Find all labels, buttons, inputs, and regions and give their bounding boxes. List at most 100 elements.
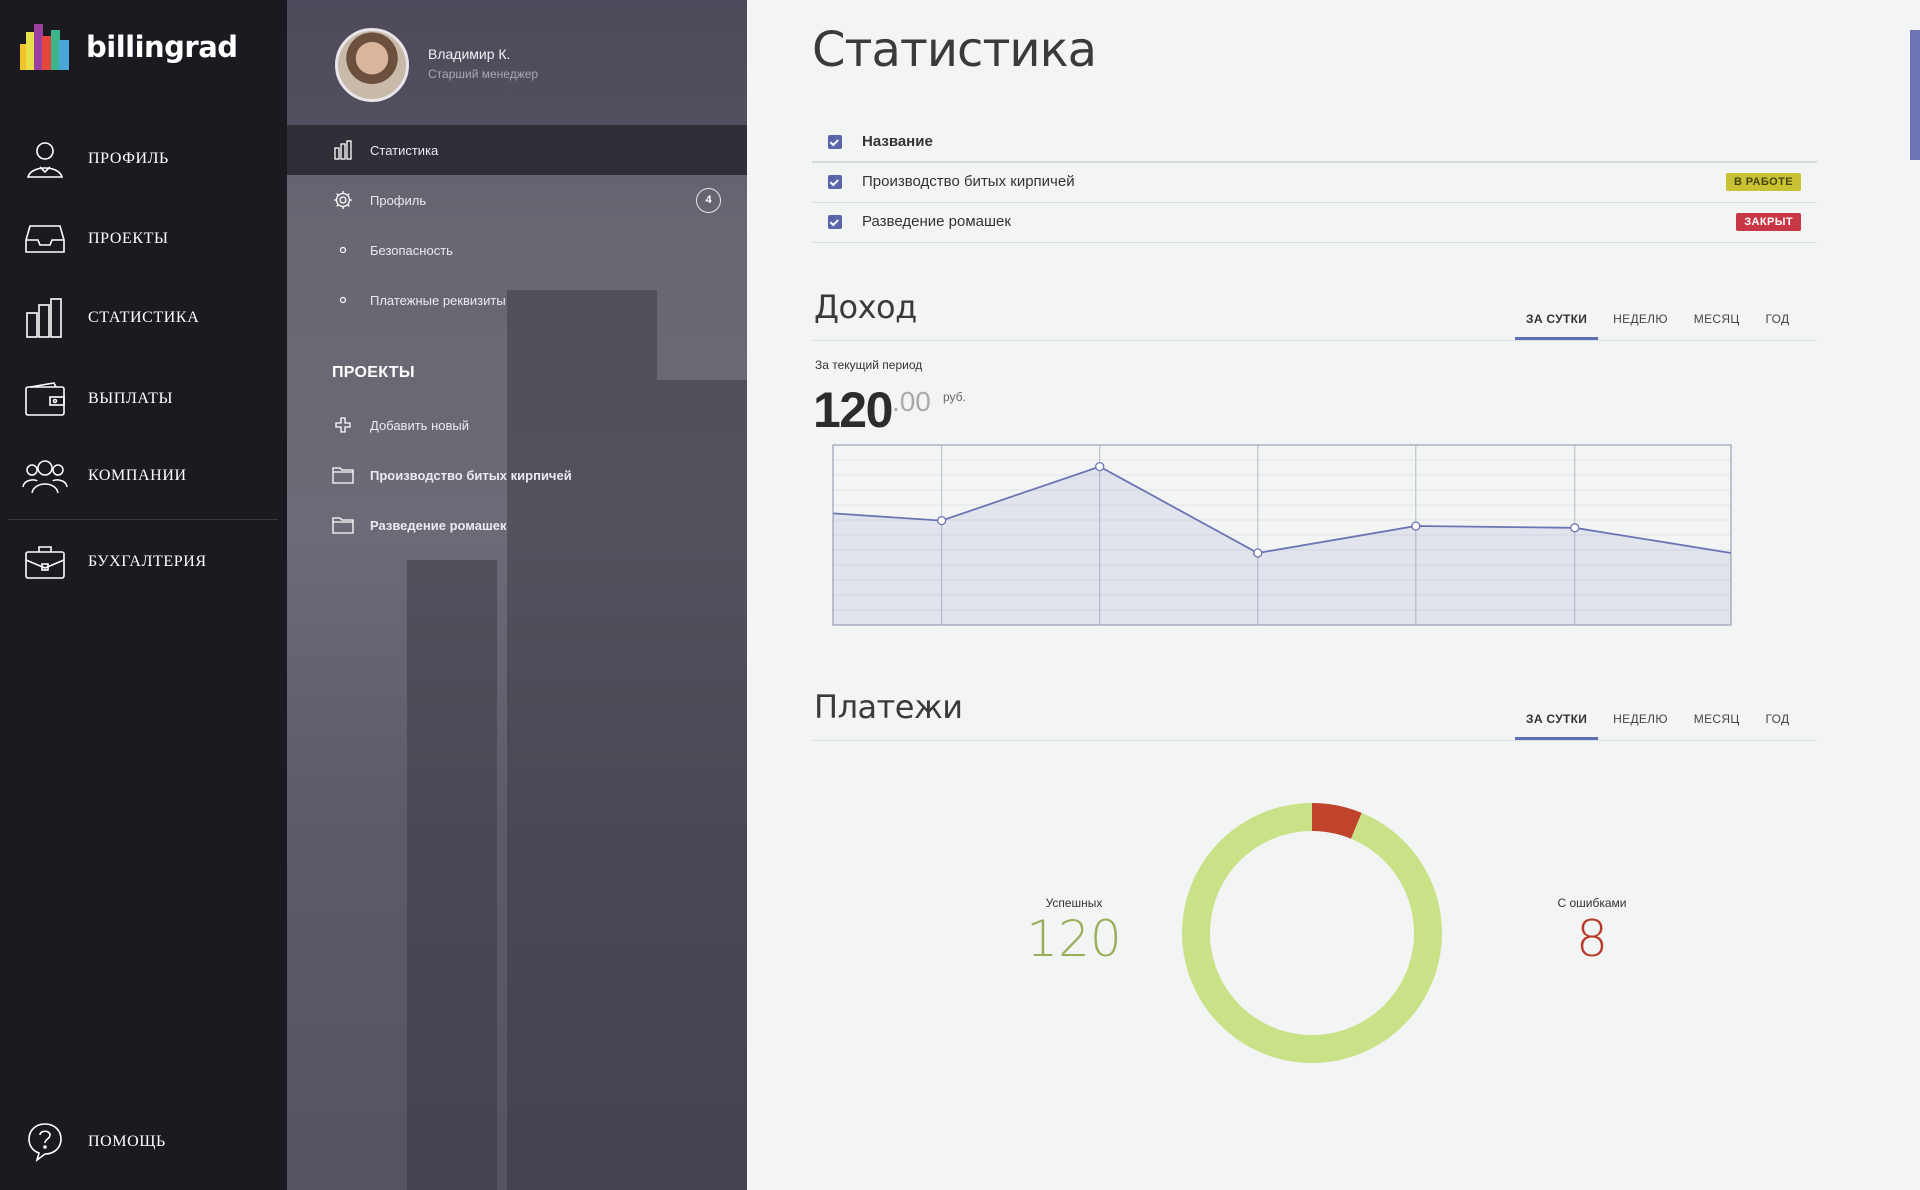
folder-icon: [332, 514, 354, 536]
table-cell: Производство битых кирпичей В РАБОТЕ: [812, 162, 1817, 203]
page-title: Статистика: [812, 22, 1097, 78]
gear-icon: [332, 189, 354, 211]
notification-badge: 4: [696, 187, 721, 213]
period-label: За текущий период: [815, 358, 923, 372]
briefcase-icon: [22, 539, 68, 585]
subnav-label: Безопасность: [370, 242, 453, 258]
donut-slice-success: [1182, 803, 1442, 1063]
tab-year[interactable]: ГОД: [1755, 700, 1801, 740]
income-value-dec: .00: [891, 386, 931, 417]
subnav-label: Профиль: [370, 192, 427, 208]
table-header-cell: Название: [812, 122, 1817, 163]
subnav-label: Разведение ромашек: [370, 517, 507, 533]
folder-icon: [332, 464, 354, 486]
help-icon: [22, 1119, 68, 1165]
data-point: [1570, 523, 1580, 533]
nav-item-projects[interactable]: ПРОЕКТЫ: [0, 209, 287, 269]
section-divider: [812, 740, 1817, 741]
main-nav: billingrad ПРОФИЛЬ ПРОЕКТЫ СТАТИСТИКА ВЫ…: [0, 0, 287, 1190]
group-icon: [22, 453, 68, 499]
success-label: Успешных: [1045, 896, 1103, 910]
tab-day[interactable]: ЗА СУТКИ: [1515, 300, 1599, 340]
tab-week[interactable]: НЕДЕЛЮ: [1602, 700, 1679, 740]
subnav-item-profile[interactable]: Профиль 4: [287, 175, 747, 225]
nav-label: ВЫПЛАТЫ: [88, 390, 174, 407]
subnav-item-payment-details[interactable]: Платежные реквизиты: [287, 275, 747, 325]
project-name: Разведение ромашек: [862, 213, 1011, 230]
projects-table: Название Производство битых кирпичей В Р…: [812, 122, 1817, 243]
main-content: Статистика Название Производство битых к…: [747, 0, 1920, 1190]
nav-item-profile[interactable]: ПРОФИЛЬ: [0, 129, 287, 189]
logo[interactable]: billingrad: [20, 24, 238, 70]
table-header-row: Название: [812, 122, 1817, 163]
nav-item-accounting[interactable]: БУХГАЛТЕРИЯ: [0, 532, 287, 592]
tab-year[interactable]: ГОД: [1755, 300, 1801, 340]
nav-label: ПРОЕКТЫ: [88, 230, 169, 247]
data-point: [1095, 461, 1105, 472]
wallet-icon: [22, 376, 68, 422]
project-add-new[interactable]: Добавить новый: [287, 400, 747, 450]
nav-item-companies[interactable]: КОМПАНИИ: [0, 446, 287, 506]
nav-label: КОМПАНИИ: [88, 467, 187, 484]
user-name: Владимир К.: [428, 46, 511, 62]
projects-heading: ПРОЕКТЫ: [332, 364, 415, 381]
table-row[interactable]: Производство битых кирпичей В РАБОТЕ: [812, 162, 1817, 203]
select-all-checkbox[interactable]: [828, 135, 842, 150]
scrollbar-thumb[interactable]: [1910, 30, 1920, 160]
tab-week[interactable]: НЕДЕЛЮ: [1602, 300, 1679, 340]
nav-item-statistics[interactable]: СТАТИСТИКА: [0, 288, 287, 348]
subnav-label: Добавить новый: [370, 417, 469, 433]
error-count: 8: [1576, 910, 1608, 968]
dot-icon: [332, 239, 354, 261]
payments-tabs: ЗА СУТКИ НЕДЕЛЮ МЕСЯЦ ГОД: [1515, 700, 1804, 740]
nav-item-payouts[interactable]: ВЫПЛАТЫ: [0, 369, 287, 429]
currency-label: руб.: [943, 390, 966, 404]
data-point: [1411, 521, 1421, 531]
bar-chart-icon: [332, 139, 354, 161]
plus-icon: [332, 414, 354, 436]
project-name: Производство битых кирпичей: [862, 173, 1075, 191]
status-badge: ЗАКРЫТ: [1736, 213, 1801, 231]
project-item[interactable]: Производство битых кирпичей: [287, 450, 747, 500]
row-checkbox[interactable]: [828, 175, 842, 190]
table-cell: Разведение ромашек ЗАКРЫТ: [812, 202, 1817, 243]
nav-label: ПРОФИЛЬ: [88, 150, 169, 167]
dot-icon: [332, 289, 354, 311]
tab-month[interactable]: МЕСЯЦ: [1683, 300, 1751, 340]
data-point: [937, 515, 947, 526]
nav-label: СТАТИСТИКА: [88, 309, 200, 326]
table-row[interactable]: Разведение ромашек ЗАКРЫТ: [812, 202, 1817, 243]
nav-label: БУХГАЛТЕРИЯ: [88, 553, 207, 570]
subnav-label: Статистика: [370, 142, 439, 158]
status-badge: В РАБОТЕ: [1725, 173, 1801, 192]
nav-divider: [8, 519, 278, 520]
bar-chart-icon: [22, 295, 68, 341]
row-checkbox[interactable]: [828, 215, 842, 230]
user-role: Старший менеджер: [428, 67, 539, 81]
subnav-label: Платежные реквизиты: [370, 292, 506, 308]
background-building: [407, 560, 497, 1190]
error-label: С ошибками: [1557, 896, 1627, 910]
subnav-item-statistics[interactable]: Статистика: [287, 125, 747, 175]
subnav-item-security[interactable]: Безопасность: [287, 225, 747, 275]
income-value: 120.00: [813, 381, 931, 439]
payments-title: Платежи: [814, 688, 963, 726]
success-count: 120: [1026, 910, 1122, 968]
nav-item-help[interactable]: ПОМОЩЬ: [0, 1112, 287, 1172]
avatar[interactable]: [335, 28, 409, 102]
logo-mark-icon: [20, 24, 72, 70]
sub-panel: Владимир К. Старший менеджер Статистика …: [287, 0, 747, 1190]
inbox-icon: [22, 216, 68, 262]
section-divider: [812, 340, 1817, 341]
income-tabs: ЗА СУТКИ НЕДЕЛЮ МЕСЯЦ ГОД: [1515, 300, 1804, 340]
income-value-int: 120: [813, 382, 893, 438]
nav-label: ПОМОЩЬ: [88, 1133, 166, 1150]
income-title: Доход: [814, 288, 917, 326]
data-point: [1253, 548, 1263, 558]
logo-text: billingrad: [86, 30, 238, 64]
subnav-label: Производство битых кирпичей: [370, 467, 572, 483]
user-icon: [22, 136, 68, 182]
project-item[interactable]: Разведение ромашек: [287, 500, 747, 550]
tab-month[interactable]: МЕСЯЦ: [1683, 700, 1751, 740]
tab-day[interactable]: ЗА СУТКИ: [1515, 700, 1599, 740]
